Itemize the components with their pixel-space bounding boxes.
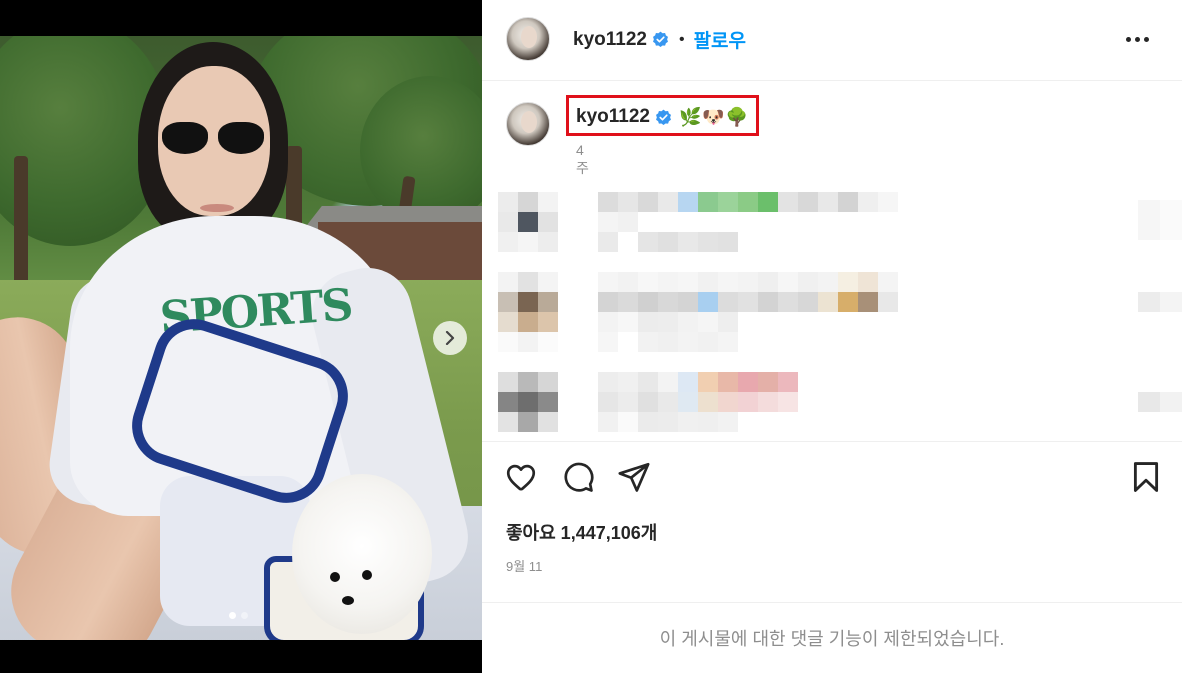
blurred-comment [498, 272, 898, 292]
heart-icon [506, 464, 536, 491]
header-separator: • [678, 30, 685, 48]
caption-username[interactable]: kyo1122 [576, 106, 650, 128]
blurred-like-icon [1138, 200, 1182, 240]
post-date: 9월 11 [506, 559, 543, 574]
bookmark-icon [1133, 462, 1159, 492]
likes-count[interactable]: 좋아요 1,447,106개 [506, 519, 657, 545]
blurred-like-icon [1138, 392, 1182, 412]
comment-bubble-icon [564, 462, 594, 492]
photo-dog-eye [362, 570, 372, 580]
comments-list [482, 180, 1182, 440]
action-bar [482, 441, 1182, 501]
post-details-panel: kyo1122 • 팔로우 kyo1122 🌿🐶🌳 4주 좋아요 1,447,1… [482, 0, 1182, 673]
save-button[interactable] [1129, 460, 1163, 494]
photo-lips [200, 204, 234, 212]
header-username[interactable]: kyo1122 [573, 29, 647, 51]
comment-button[interactable] [561, 460, 595, 494]
more-options-icon[interactable] [1126, 30, 1152, 48]
chevron-right-icon [445, 331, 455, 345]
avatar[interactable] [506, 17, 550, 61]
verified-badge-icon [652, 31, 668, 47]
photo-dog [292, 474, 432, 634]
like-button[interactable] [504, 460, 538, 494]
blurred-like-icon [1138, 292, 1182, 312]
post-time-ago[interactable]: 4주 [576, 142, 589, 178]
blurred-comment [498, 232, 738, 252]
header-user-row: kyo1122 • 팔로우 [573, 26, 746, 53]
blurred-comment [498, 192, 898, 212]
post-photo: SPORTS [0, 36, 482, 640]
carousel-indicator [229, 612, 248, 619]
blurred-comment [498, 412, 738, 432]
blurred-comment [498, 292, 898, 312]
verified-badge-icon [655, 109, 671, 125]
blurred-comment [498, 212, 638, 232]
blurred-comment [498, 312, 738, 332]
blurred-comment [498, 332, 738, 352]
post-media: SPORTS [0, 0, 482, 673]
carousel-dot-active [229, 612, 236, 619]
paper-plane-icon [618, 462, 650, 492]
comments-disabled-notice: 이 게시물에 대한 댓글 기능이 제한되었습니다. [482, 602, 1182, 673]
blurred-comment [498, 392, 798, 412]
share-button[interactable] [617, 460, 651, 494]
photo-dog-nose [342, 596, 354, 605]
blurred-comment [498, 372, 798, 392]
avatar[interactable] [506, 102, 550, 146]
post-header: kyo1122 • 팔로우 [482, 0, 1182, 81]
follow-button[interactable]: 팔로우 [694, 26, 746, 53]
sunglasses-icon [160, 118, 266, 158]
photo-tree-trunk [14, 156, 28, 286]
carousel-next-button[interactable] [433, 321, 467, 355]
carousel-dot [241, 612, 248, 619]
caption-line: kyo1122 🌿🐶🌳 [576, 106, 749, 128]
caption-emojis: 🌿🐶🌳 [678, 106, 750, 127]
photo-dog-eye [330, 572, 340, 582]
